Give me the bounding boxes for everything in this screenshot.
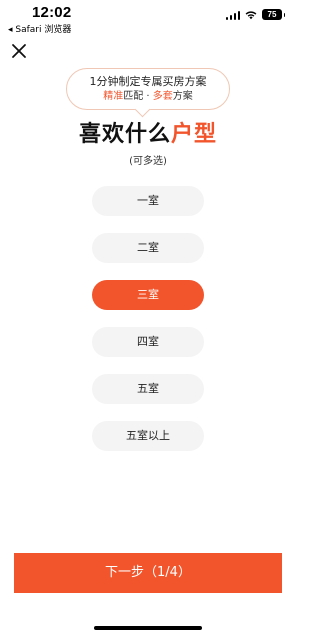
- option-5-rooms[interactable]: 五室: [92, 374, 204, 404]
- tagline-match: 匹配 ·: [123, 91, 153, 102]
- close-button[interactable]: [10, 42, 28, 60]
- option-3-rooms[interactable]: 三室: [92, 280, 204, 310]
- signal-icon: [225, 10, 240, 20]
- page: 12:02 ◂ Safari 浏览器 75 1分钟制定专属买房方案 精准匹配 ·…: [0, 0, 296, 640]
- tagline-accent-precise: 精准: [103, 91, 124, 102]
- tagline-accent-multiple: 多套: [152, 91, 173, 102]
- next-step-button[interactable]: 下一步（1/4）: [14, 553, 282, 593]
- bubble-headline: 1分钟制定专属买房方案: [89, 75, 207, 88]
- page-subtitle: (可多选): [129, 156, 167, 167]
- status-indicators: 75: [225, 9, 285, 20]
- tagline-plans: 方案: [172, 91, 193, 102]
- bubble-tail: [134, 101, 151, 118]
- home-indicator: [94, 626, 202, 630]
- title-highlight: 户型: [171, 122, 218, 147]
- bottom-safe-area: [0, 593, 296, 640]
- title-main: 喜欢什么: [78, 122, 171, 147]
- page-title: 喜欢什么户型: [0, 116, 296, 148]
- intro-bubble: 1分钟制定专属买房方案 精准匹配 · 多套方案: [66, 68, 230, 118]
- option-4-rooms[interactable]: 四室: [92, 327, 204, 357]
- wifi-icon: [245, 10, 257, 19]
- battery-icon: 75: [262, 9, 285, 20]
- back-to-safari-link[interactable]: ◂ Safari 浏览器: [8, 22, 71, 35]
- option-2-rooms[interactable]: 二室: [92, 233, 204, 263]
- close-icon: [12, 44, 26, 58]
- bubble-tagline: 精准匹配 · 多套方案: [67, 89, 229, 104]
- option-5-plus-rooms[interactable]: 五室以上: [92, 421, 204, 451]
- status-bar: 12:02 ◂ Safari 浏览器 75: [0, 0, 296, 36]
- option-1-room[interactable]: 一室: [92, 186, 204, 216]
- status-time: 12:02: [32, 4, 72, 21]
- next-step-label: 下一步（1/4）: [105, 565, 191, 580]
